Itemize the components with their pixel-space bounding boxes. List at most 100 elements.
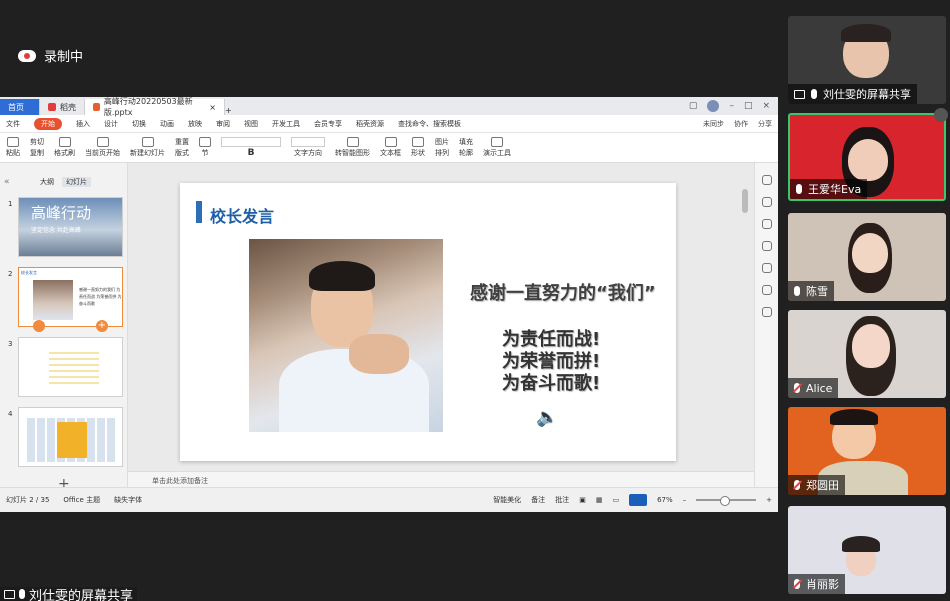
- collaborate-button[interactable]: 协作: [734, 119, 748, 129]
- style-icon[interactable]: [761, 175, 772, 185]
- outline-label[interactable]: 轮廓: [459, 148, 473, 158]
- normal-view-icon[interactable]: ▣: [579, 496, 586, 504]
- add-slide-icon[interactable]: +: [96, 320, 108, 332]
- picture-label[interactable]: 图片: [435, 137, 449, 147]
- grid-view-icon[interactable]: ▦: [596, 496, 603, 504]
- slideshow-play-button[interactable]: [629, 494, 648, 506]
- notes-toggle[interactable]: 备注: [531, 495, 545, 505]
- menu-item-home[interactable]: 开始: [34, 117, 62, 130]
- menu-item-transition[interactable]: 切换: [132, 119, 146, 129]
- tab-home[interactable]: 首页: [0, 99, 40, 115]
- shape-button[interactable]: 形状: [411, 137, 425, 158]
- principal-photo[interactable]: [249, 239, 443, 432]
- reset-label[interactable]: 重置: [175, 137, 189, 147]
- menu-item-insert[interactable]: 插入: [76, 119, 90, 129]
- zoom-out-icon[interactable]: –: [683, 496, 687, 504]
- vertical-scrollbar[interactable]: [742, 175, 750, 475]
- collapse-panel-icon[interactable]: «: [4, 177, 10, 187]
- play-from-current-button[interactable]: 当前页开始: [85, 137, 120, 158]
- current-slide[interactable]: 校长发言 感谢一直努力的“我们” 为责任而战! 为荣誉而拼! 为奋斗而歌! 🔈: [180, 183, 676, 461]
- copy-label[interactable]: 复制: [30, 148, 44, 158]
- menu-item-slideshow[interactable]: 放映: [188, 119, 202, 129]
- font-size-select[interactable]: [291, 137, 325, 147]
- slide-title[interactable]: 校长发言: [210, 203, 274, 227]
- bold-icon[interactable]: B: [248, 148, 255, 158]
- tab-document[interactable]: 高峰行动20220503最新版.pptx ×: [85, 97, 225, 117]
- participant-tile[interactable]: 肖丽影: [788, 506, 946, 594]
- arrange-button[interactable]: 图片 排列: [435, 137, 449, 158]
- menu-item-developer[interactable]: 开发工具: [272, 119, 300, 129]
- participant-label: 陈雪: [788, 281, 834, 301]
- menu-item-review[interactable]: 审阅: [216, 119, 230, 129]
- tab-outline[interactable]: 大纲: [40, 177, 54, 187]
- command-search[interactable]: 查找命令、搜索模板: [398, 119, 461, 129]
- maximize-icon[interactable]: □: [744, 101, 753, 111]
- menu-right: 未同步 协作 分享: [703, 119, 772, 129]
- close-window-icon[interactable]: ×: [762, 101, 770, 111]
- paste-button[interactable]: 粘贴: [6, 137, 20, 158]
- new-tab-icon[interactable]: +: [225, 106, 232, 115]
- format-painter-button[interactable]: 格式刷: [54, 137, 75, 158]
- settings-icon[interactable]: [761, 307, 772, 317]
- thumb-2-text: 感谢一直努力的我们 为责任而战 为荣誉而拼 为奋斗而歌: [79, 287, 122, 306]
- thumb-play-icon[interactable]: [33, 320, 45, 332]
- section-button[interactable]: 节: [199, 137, 211, 158]
- textbox-button[interactable]: 文本框: [380, 137, 401, 158]
- transition-icon[interactable]: [761, 241, 772, 251]
- animation-icon[interactable]: [761, 219, 772, 229]
- font-name-select[interactable]: [221, 137, 281, 147]
- media-icon[interactable]: [761, 285, 772, 295]
- menu-item-member[interactable]: 会员专享: [314, 119, 342, 129]
- status-bar: 幻灯片 2 / 35 Office 主题 缺失字体 智能美化 备注 批注 ▣ ▦…: [0, 487, 778, 512]
- sync-status[interactable]: 未同步: [703, 119, 724, 129]
- smartart-button[interactable]: 转智能图形: [335, 137, 370, 158]
- present-tools-icon: [491, 137, 503, 147]
- scroll-thumb[interactable]: [742, 189, 748, 213]
- tab-slides[interactable]: 幻灯片: [62, 177, 91, 187]
- participant-tile[interactable]: Alice: [788, 310, 946, 398]
- slide-thumbnail-2[interactable]: 校长发言 感谢一直努力的我们 为责任而战 为荣誉而拼 为奋斗而歌 +: [18, 267, 123, 332]
- slide-thumbnail-3[interactable]: [18, 337, 123, 397]
- menu-item-animation[interactable]: 动画: [160, 119, 174, 129]
- share-button[interactable]: 分享: [758, 119, 772, 129]
- cloud-record-icon: [18, 49, 36, 62]
- comments-toggle[interactable]: 批注: [555, 495, 569, 505]
- audio-speaker-icon[interactable]: 🔈: [536, 407, 558, 428]
- adjust-icon[interactable]: [761, 197, 772, 207]
- slide-motto[interactable]: 为责任而战! 为荣誉而拼! 为奋斗而歌!: [502, 329, 600, 395]
- menu-item-design[interactable]: 设计: [104, 119, 118, 129]
- menu-item-view[interactable]: 视图: [244, 119, 258, 129]
- layout-icon[interactable]: ▢: [689, 101, 698, 111]
- slide-thumbnail-4[interactable]: [18, 407, 123, 467]
- fill-button[interactable]: 填充 轮廓: [459, 137, 473, 158]
- tab-close-icon[interactable]: ×: [209, 103, 216, 112]
- missing-font[interactable]: 缺失字体: [114, 495, 142, 505]
- help-icon[interactable]: [761, 263, 772, 273]
- mic-muted-icon[interactable]: [934, 108, 948, 122]
- menu-item-resources[interactable]: 稻壳资源: [356, 119, 384, 129]
- cut-button[interactable]: 剪切 复制: [30, 137, 44, 158]
- minimize-icon[interactable]: –: [729, 101, 734, 111]
- theme-name[interactable]: Office 主题: [63, 495, 100, 505]
- zoom-slider[interactable]: [696, 496, 757, 506]
- slide-thanks-text[interactable]: 感谢一直努力的“我们”: [470, 279, 656, 305]
- present-tools-button[interactable]: 演示工具: [483, 137, 511, 158]
- new-slide-button[interactable]: 新建幻灯片: [130, 137, 165, 158]
- smart-beautify-button[interactable]: 智能美化: [493, 495, 521, 505]
- zoom-in-icon[interactable]: +: [766, 496, 772, 504]
- tab-docer[interactable]: 稻壳: [40, 99, 85, 115]
- recording-indicator[interactable]: 录制中: [18, 46, 83, 65]
- text-direction-label[interactable]: 文字方向: [294, 148, 322, 158]
- participant-tile[interactable]: 刘仕雯的屏幕共享: [788, 16, 946, 104]
- reading-view-icon[interactable]: ▭: [612, 496, 619, 504]
- layout-button[interactable]: 重置 版式: [175, 137, 189, 158]
- zoom-level[interactable]: 67%: [657, 496, 673, 504]
- participant-tile[interactable]: 陈雪: [788, 213, 946, 301]
- user-avatar[interactable]: [707, 100, 720, 112]
- participant-tile[interactable]: 王爱华Eva: [788, 113, 946, 201]
- shared-presentation-window: 首页 稻壳 高峰行动20220503最新版.pptx × + ▢ – □ × 文件…: [0, 97, 778, 512]
- slide-thumbnail-1[interactable]: 高峰行动 坚定信念 共赴高峰: [18, 197, 123, 257]
- notes-area[interactable]: 单击此处添加备注: [128, 471, 754, 487]
- participant-tile[interactable]: 郑圆田: [788, 407, 946, 495]
- menu-item-file[interactable]: 文件: [6, 119, 20, 129]
